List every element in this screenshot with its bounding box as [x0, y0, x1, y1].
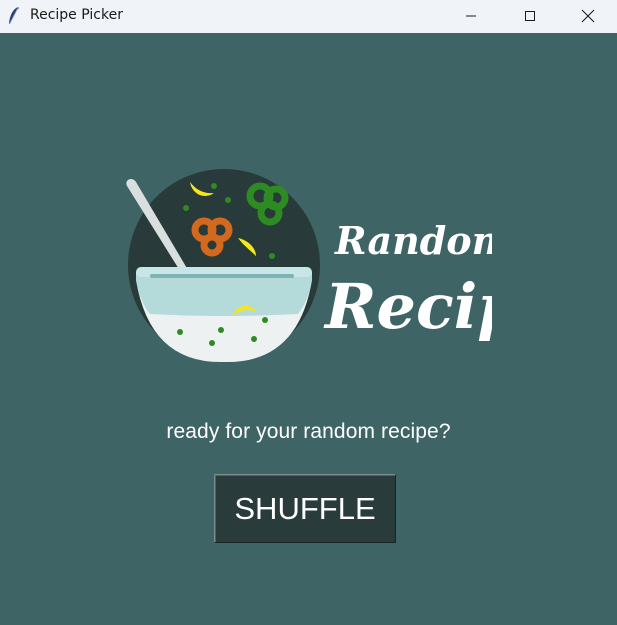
maximize-button[interactable]	[501, 0, 559, 32]
app-window: Recipe Picker Rando Reci ready for your …	[0, 0, 617, 625]
logo-text-recipe: Recipe	[323, 270, 492, 343]
title-bar[interactable]: Recipe Picker	[0, 0, 617, 33]
close-button[interactable]	[559, 0, 617, 32]
logo-text-random: Random	[334, 218, 492, 263]
minimize-icon	[466, 15, 476, 17]
salad-bowl-icon	[126, 169, 320, 363]
shuffle-button[interactable]: SHUFFLE	[214, 474, 396, 543]
close-icon	[581, 9, 595, 23]
window-title: Recipe Picker	[30, 7, 123, 23]
prompt-text: ready for your random recipe?	[166, 420, 451, 443]
random-recipe-logo: Random Recipe	[126, 169, 492, 363]
minimize-button[interactable]	[442, 0, 500, 32]
feather-icon	[9, 6, 19, 24]
maximize-icon	[525, 11, 535, 21]
